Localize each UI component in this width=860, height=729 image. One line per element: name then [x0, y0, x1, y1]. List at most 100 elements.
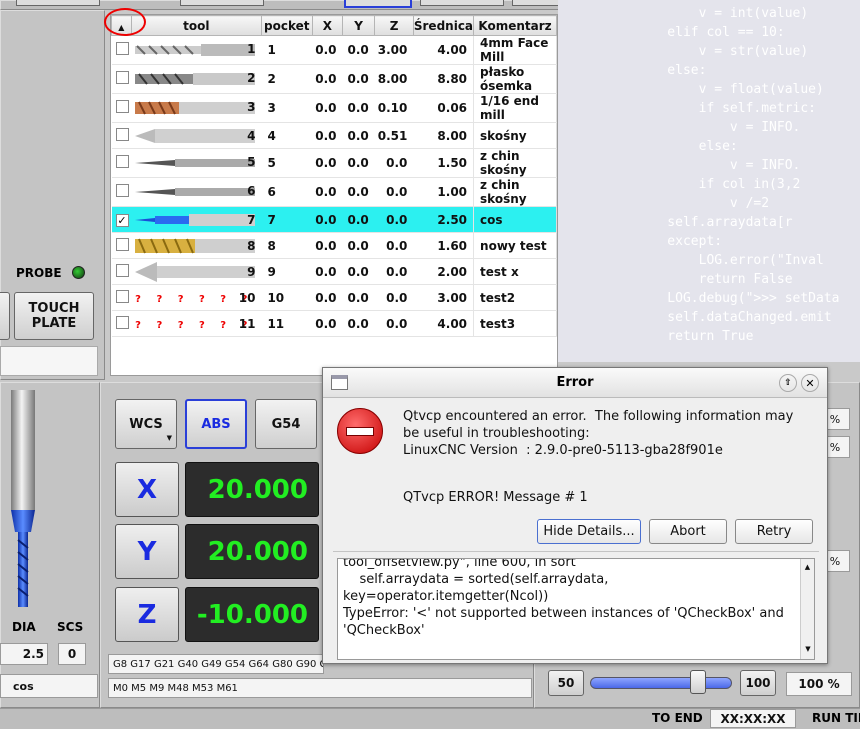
table-row[interactable]: ? ? ? ? ? ? 10 10 0.0 0.0 0.0 3.00 test2 — [111, 284, 557, 311]
comment-cell[interactable]: 4mm Face Mill — [473, 35, 557, 65]
row-checkbox[interactable] — [111, 177, 132, 207]
y-axis-button[interactable]: Y — [115, 524, 179, 579]
header-tool[interactable]: tool — [130, 15, 262, 36]
tool-offset-table[interactable]: ▲ tool pocket X Y Z Średnica Komentarz 1… — [110, 14, 558, 376]
diameter-cell[interactable]: 1.60 — [413, 232, 474, 259]
pocket-cell[interactable]: 5 — [261, 148, 313, 178]
checkbox[interactable] — [115, 100, 129, 113]
maximize-icon[interactable]: ⇧ — [779, 374, 797, 392]
abs-button[interactable]: ABS — [185, 399, 247, 449]
x-cell[interactable]: 0.0 — [312, 93, 343, 123]
diameter-cell[interactable]: 1.00 — [413, 177, 474, 207]
y-cell[interactable]: 0.0 — [342, 122, 375, 149]
header-y[interactable]: Y — [341, 15, 376, 36]
z-cell[interactable]: 0.10 — [374, 93, 414, 123]
z-cell[interactable]: 0.0 — [374, 258, 414, 285]
x-cell[interactable]: 0.0 — [312, 148, 343, 178]
top-button-1[interactable] — [16, 0, 100, 6]
retry-button[interactable]: Retry — [735, 519, 813, 544]
dialog-titlebar[interactable]: Error ⇧ ✕ — [323, 368, 827, 398]
y-cell[interactable]: 0.0 — [342, 177, 375, 207]
g54-button[interactable]: G54 — [255, 399, 317, 449]
hide-details-button[interactable]: Hide Details... — [537, 519, 641, 544]
checkbox[interactable] — [115, 127, 129, 141]
y-cell[interactable]: 0.0 — [342, 93, 375, 123]
tool-cell[interactable]: ? ? ? ? ? ? 11 — [131, 310, 262, 337]
row-checkbox[interactable] — [111, 35, 132, 65]
row-checkbox[interactable]: ✓ — [111, 206, 132, 233]
tool-cell[interactable]: 2 — [131, 64, 262, 94]
diameter-cell[interactable]: 4.00 — [413, 310, 474, 337]
checkbox[interactable] — [115, 289, 129, 303]
pocket-cell[interactable]: 2 — [261, 64, 313, 94]
checkbox[interactable] — [115, 237, 129, 251]
header-pocket[interactable]: pocket — [260, 15, 313, 36]
header-z[interactable]: Z — [374, 15, 414, 36]
table-row[interactable]: 3 3 0.0 0.0 0.10 0.06 1/16 end mill — [111, 93, 557, 123]
checkbox[interactable] — [115, 184, 129, 197]
row-checkbox[interactable] — [111, 64, 132, 94]
top-button-4[interactable] — [420, 0, 504, 6]
pocket-cell[interactable]: 4 — [261, 122, 313, 149]
x-cell[interactable]: 0.0 — [312, 258, 343, 285]
pocket-cell[interactable]: 3 — [261, 93, 313, 123]
checkbox[interactable]: ✓ — [115, 213, 129, 227]
table-row[interactable]: ? ? ? ? ? ? 11 11 0.0 0.0 0.0 4.00 test3 — [111, 310, 557, 337]
diameter-cell[interactable]: 2.00 — [413, 258, 474, 285]
z-cell[interactable]: 0.0 — [374, 148, 414, 178]
table-row[interactable]: 9 9 0.0 0.0 0.0 2.00 test x — [111, 258, 557, 285]
x-axis-button[interactable]: X — [115, 462, 179, 517]
abort-button[interactable]: Abort — [649, 519, 727, 544]
comment-cell[interactable]: test x — [473, 258, 557, 285]
row-checkbox[interactable] — [111, 258, 132, 285]
checkbox[interactable] — [115, 42, 129, 55]
z-cell[interactable]: 0.0 — [374, 310, 414, 337]
tool-cell[interactable]: 7 — [131, 206, 262, 233]
tool-cell[interactable]: 8 — [131, 232, 262, 259]
comment-cell[interactable]: z chin skośny — [473, 148, 557, 178]
table-row[interactable]: 2 2 0.0 0.0 8.00 8.80 płasko ósemka — [111, 64, 557, 94]
z-axis-button[interactable]: Z — [115, 587, 179, 642]
table-row[interactable]: 1 1 0.0 0.0 3.00 4.00 4mm Face Mill — [111, 35, 557, 65]
z-cell[interactable]: 0.51 — [374, 122, 414, 149]
pocket-cell[interactable]: 7 — [261, 206, 313, 233]
x-cell[interactable]: 0.0 — [312, 35, 343, 65]
details-scrollbar[interactable]: ▲ ▼ — [800, 559, 814, 659]
tool-cell[interactable]: 6 — [131, 177, 262, 207]
checkbox[interactable] — [115, 263, 129, 277]
pocket-cell[interactable]: 9 — [261, 258, 313, 285]
z-cell[interactable]: 0.0 — [374, 206, 414, 233]
comment-cell[interactable]: test2 — [473, 284, 557, 311]
z-cell[interactable]: 0.0 — [374, 177, 414, 207]
row-checkbox[interactable] — [111, 93, 132, 123]
tool-cell[interactable]: 4 — [131, 122, 262, 149]
tool-cell[interactable]: 5 — [131, 148, 262, 178]
diameter-cell[interactable]: 3.00 — [413, 284, 474, 311]
touch-plate-button[interactable]: TOUCH PLATE — [14, 292, 94, 340]
table-row[interactable]: 5 5 0.0 0.0 0.0 1.50 z chin skośny — [111, 148, 557, 178]
x-cell[interactable]: 0.0 — [312, 284, 343, 311]
tool-cell[interactable]: 9 — [131, 258, 262, 285]
comment-cell[interactable]: z chin skośny — [473, 177, 557, 207]
pocket-cell[interactable]: 10 — [261, 284, 313, 311]
details-text[interactable]: tool_offsetview.py", line 600, in sort s… — [337, 558, 815, 660]
comment-cell[interactable]: nowy test — [473, 232, 557, 259]
edge-button[interactable] — [0, 292, 10, 340]
tool-cell[interactable]: 3 — [131, 93, 262, 123]
y-cell[interactable]: 0.0 — [342, 148, 375, 178]
pocket-cell[interactable]: 6 — [261, 177, 313, 207]
checkbox[interactable] — [115, 155, 129, 168]
diameter-cell[interactable]: 2.50 — [413, 206, 474, 233]
row-checkbox[interactable] — [111, 284, 132, 311]
row-checkbox[interactable] — [111, 232, 132, 259]
x-cell[interactable]: 0.0 — [312, 122, 343, 149]
y-cell[interactable]: 0.0 — [342, 206, 375, 233]
pocket-cell[interactable]: 8 — [261, 232, 313, 259]
table-row[interactable]: 8 8 0.0 0.0 0.0 1.60 nowy test — [111, 232, 557, 259]
z-cell[interactable]: 8.00 — [374, 64, 414, 94]
y-cell[interactable]: 0.0 — [342, 284, 375, 311]
pocket-cell[interactable]: 11 — [261, 310, 313, 337]
row-checkbox[interactable] — [111, 310, 132, 337]
comment-cell[interactable]: skośny — [473, 122, 557, 149]
diameter-cell[interactable]: 8.00 — [413, 122, 474, 149]
